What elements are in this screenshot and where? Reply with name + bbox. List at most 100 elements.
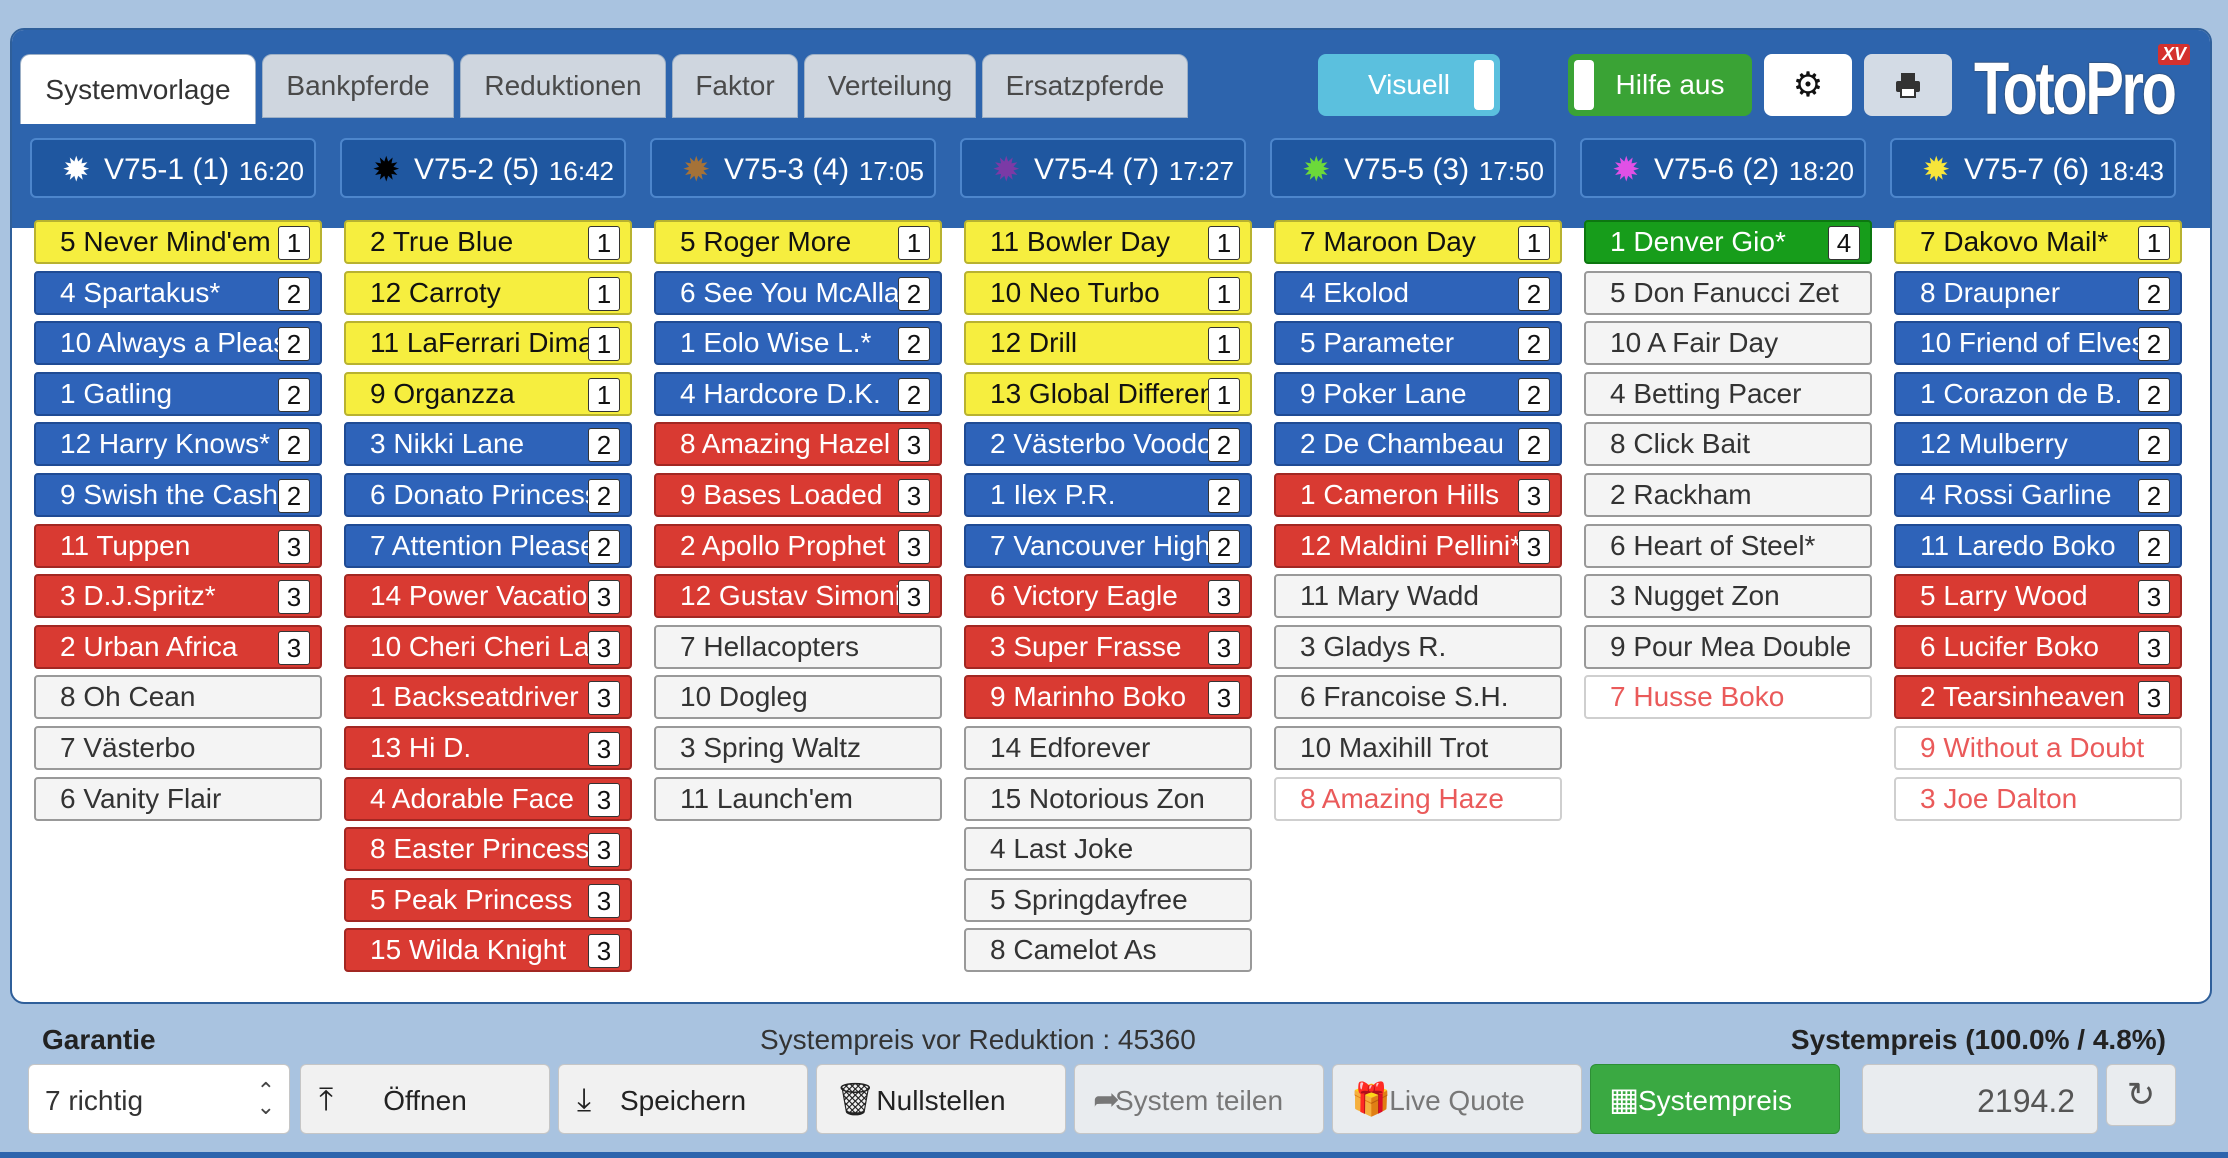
horse-row[interactable]: 12 Mulberry 2 [1894,422,2182,467]
horse-row[interactable]: 8 Camelot As [964,928,1252,973]
horse-row[interactable]: 2 Apollo Prophet 3 [654,523,942,568]
horse-row[interactable]: 3 Super Frasse 3 [964,624,1252,669]
horse-row[interactable]: 5 Springdayfree [964,877,1252,922]
horse-row[interactable]: 6 Donato Princess 2 [344,473,632,517]
tab-systemvorlage[interactable]: Systemvorlage [20,54,256,124]
horse-row[interactable]: 12 Drill 1 [964,321,1252,366]
horse-row[interactable]: 5 Don Fanucci Zet [1584,270,1872,315]
horse-row[interactable]: 6 Victory Eagle 3 [964,574,1252,619]
horse-row[interactable]: 15 Notorious Zon [964,776,1252,821]
horse-row[interactable]: 10 Maxihill Trot [1274,726,1562,770]
horse-row[interactable]: 3 Gladys R. [1274,624,1562,669]
horse-row[interactable]: 8 Easter Princess 3 [344,827,632,872]
horse-row[interactable]: 9 Pour Mea Double [1584,624,1872,669]
horse-row[interactable]: 1 Gatling 2 [34,371,322,416]
system-teilen-button[interactable]: ➦ System teilen [1074,1064,1324,1134]
horse-row[interactable]: 15 Wilda Knight 3 [344,928,632,973]
horse-row[interactable]: 14 Power Vacation 3 [344,574,632,619]
horse-row[interactable]: 1 Denver Gio* 4 [1584,220,1872,264]
horse-row[interactable]: 9 Organzza 1 [344,371,632,416]
horse-row[interactable]: 9 Without a Doubt [1894,726,2182,770]
horse-row[interactable]: 11 Launch'em [654,776,942,821]
horse-row[interactable]: 10 Dogleg [654,675,942,720]
race-header-2[interactable]: ✹ V75-2 (5) 16:42 [340,138,626,198]
horse-row[interactable]: 10 Friend of Elves 2 [1894,321,2182,366]
horse-row[interactable]: 4 Hardcore D.K. 2 [654,371,942,416]
horse-row[interactable]: 4 Rossi Garline 2 [1894,473,2182,517]
horse-row[interactable]: 5 Parameter 2 [1274,321,1562,366]
horse-row[interactable]: 6 Francoise S.H. [1274,675,1562,720]
horse-row[interactable]: 3 Nikki Lane 2 [344,422,632,467]
horse-row[interactable]: 9 Poker Lane 2 [1274,371,1562,416]
horse-row[interactable]: 4 Adorable Face 3 [344,776,632,821]
tab-bankpferde[interactable]: Bankpferde [262,54,454,118]
horse-row[interactable]: 6 Heart of Steel* [1584,523,1872,568]
horse-row[interactable]: 3 D.J.Spritz* 3 [34,574,322,619]
tab-ersatzpferde[interactable]: Ersatzpferde [982,54,1188,118]
horse-row[interactable]: 10 Always a Pleasure2 [34,321,322,366]
horse-row[interactable]: 2 De Chambeau 2 [1274,422,1562,467]
refresh-button[interactable]: ↻ [2106,1064,2176,1126]
horse-row[interactable]: 3 Nugget Zon [1584,574,1872,619]
horse-row[interactable]: 5 Roger More 1 [654,220,942,264]
horse-row[interactable]: 12 Maldini Pellini* 3 [1274,523,1562,568]
garantie-select[interactable]: 7 richtig ⌃ ⌄ [28,1064,290,1134]
horse-row[interactable]: 4 Ekolod 2 [1274,270,1562,315]
horse-row[interactable]: 5 Larry Wood 3 [1894,574,2182,619]
race-header-1[interactable]: ✹ V75-1 (1) 16:20 [30,138,316,198]
live-quote-button[interactable]: 🎁 Live Quote [1332,1064,1582,1134]
horse-row[interactable]: 7 Attention Please 2 [344,523,632,568]
race-header-5[interactable]: ✹ V75-5 (3) 17:50 [1270,138,1556,198]
horse-row[interactable]: 1 Cameron Hills 3 [1274,473,1562,517]
race-header-4[interactable]: ✹ V75-4 (7) 17:27 [960,138,1246,198]
horse-row[interactable]: 6 See You McAllan 2 [654,270,942,315]
race-header-3[interactable]: ✹ V75-3 (4) 17:05 [650,138,936,198]
horse-row[interactable]: 1 Corazon de B. 2 [1894,371,2182,416]
horse-row[interactable]: 10 A Fair Day [1584,321,1872,366]
horse-row[interactable]: 10 Neo Turbo 1 [964,270,1252,315]
tab-reduktionen[interactable]: Reduktionen [460,54,666,118]
horse-row[interactable]: 11 Tuppen 3 [34,523,322,568]
visuell-toggle[interactable]: Visuell [1318,54,1500,116]
horse-row[interactable]: 1 Ilex P.R. 2 [964,473,1252,517]
tab-faktor[interactable]: Faktor [672,54,798,118]
hilfe-toggle[interactable]: Hilfe aus [1568,54,1752,116]
print-button[interactable] [1864,54,1952,116]
horse-row[interactable]: 9 Marinho Boko 3 [964,675,1252,720]
horse-row[interactable]: 7 Västerbo [34,726,322,770]
horse-row[interactable]: 6 Vanity Flair [34,776,322,821]
horse-row[interactable]: 9 Swish the Cash 2 [34,473,322,517]
tab-verteilung[interactable]: Verteilung [804,54,976,118]
systempreis-button[interactable]: ▦ Systempreis [1590,1064,1840,1134]
horse-row[interactable]: 11 Bowler Day 1 [964,220,1252,264]
horse-row[interactable]: 6 Lucifer Boko 3 [1894,624,2182,669]
horse-row[interactable]: 1 Backseatdriver 3 [344,675,632,720]
horse-row[interactable]: 12 Harry Knows* 2 [34,422,322,467]
horse-row[interactable]: 1 Eolo Wise L.* 2 [654,321,942,366]
horse-row[interactable]: 4 Spartakus* 2 [34,270,322,315]
horse-row[interactable]: 8 Draupner 2 [1894,270,2182,315]
horse-row[interactable]: 11 Laredo Boko 2 [1894,523,2182,568]
horse-row[interactable]: 8 Amazing Haze [1274,776,1562,821]
horse-row[interactable]: 8 Oh Cean [34,675,322,720]
horse-row[interactable]: 11 LaFerrari Dimarzio1 [344,321,632,366]
horse-row[interactable]: 8 Click Bait [1584,422,1872,467]
horse-row[interactable]: 4 Betting Pacer [1584,371,1872,416]
horse-row[interactable]: 5 Never Mind'em 1 [34,220,322,264]
horse-row[interactable]: 4 Last Joke [964,827,1252,872]
horse-row[interactable]: 9 Bases Loaded 3 [654,473,942,517]
horse-row[interactable]: 2 Rackham [1584,473,1872,517]
horse-row[interactable]: 2 Västerbo Voodoo 2 [964,422,1252,467]
horse-row[interactable]: 2 Tearsinheaven 3 [1894,675,2182,720]
horse-row[interactable]: 11 Mary Wadd [1274,574,1562,619]
horse-row[interactable]: 7 Dakovo Mail* 1 [1894,220,2182,264]
settings-button[interactable]: ⚙ [1764,54,1852,116]
horse-row[interactable]: 8 Amazing Hazel 3 [654,422,942,467]
race-header-6[interactable]: ✹ V75-6 (2) 18:20 [1580,138,1866,198]
race-header-7[interactable]: ✹ V75-7 (6) 18:43 [1890,138,2176,198]
horse-row[interactable]: 3 Spring Waltz [654,726,942,770]
horse-row[interactable]: 3 Joe Dalton [1894,776,2182,821]
horse-row[interactable]: 5 Peak Princess 3 [344,877,632,922]
horse-row[interactable]: 13 Hi D. 3 [344,726,632,770]
horse-row[interactable]: 7 Husse Boko [1584,675,1872,720]
